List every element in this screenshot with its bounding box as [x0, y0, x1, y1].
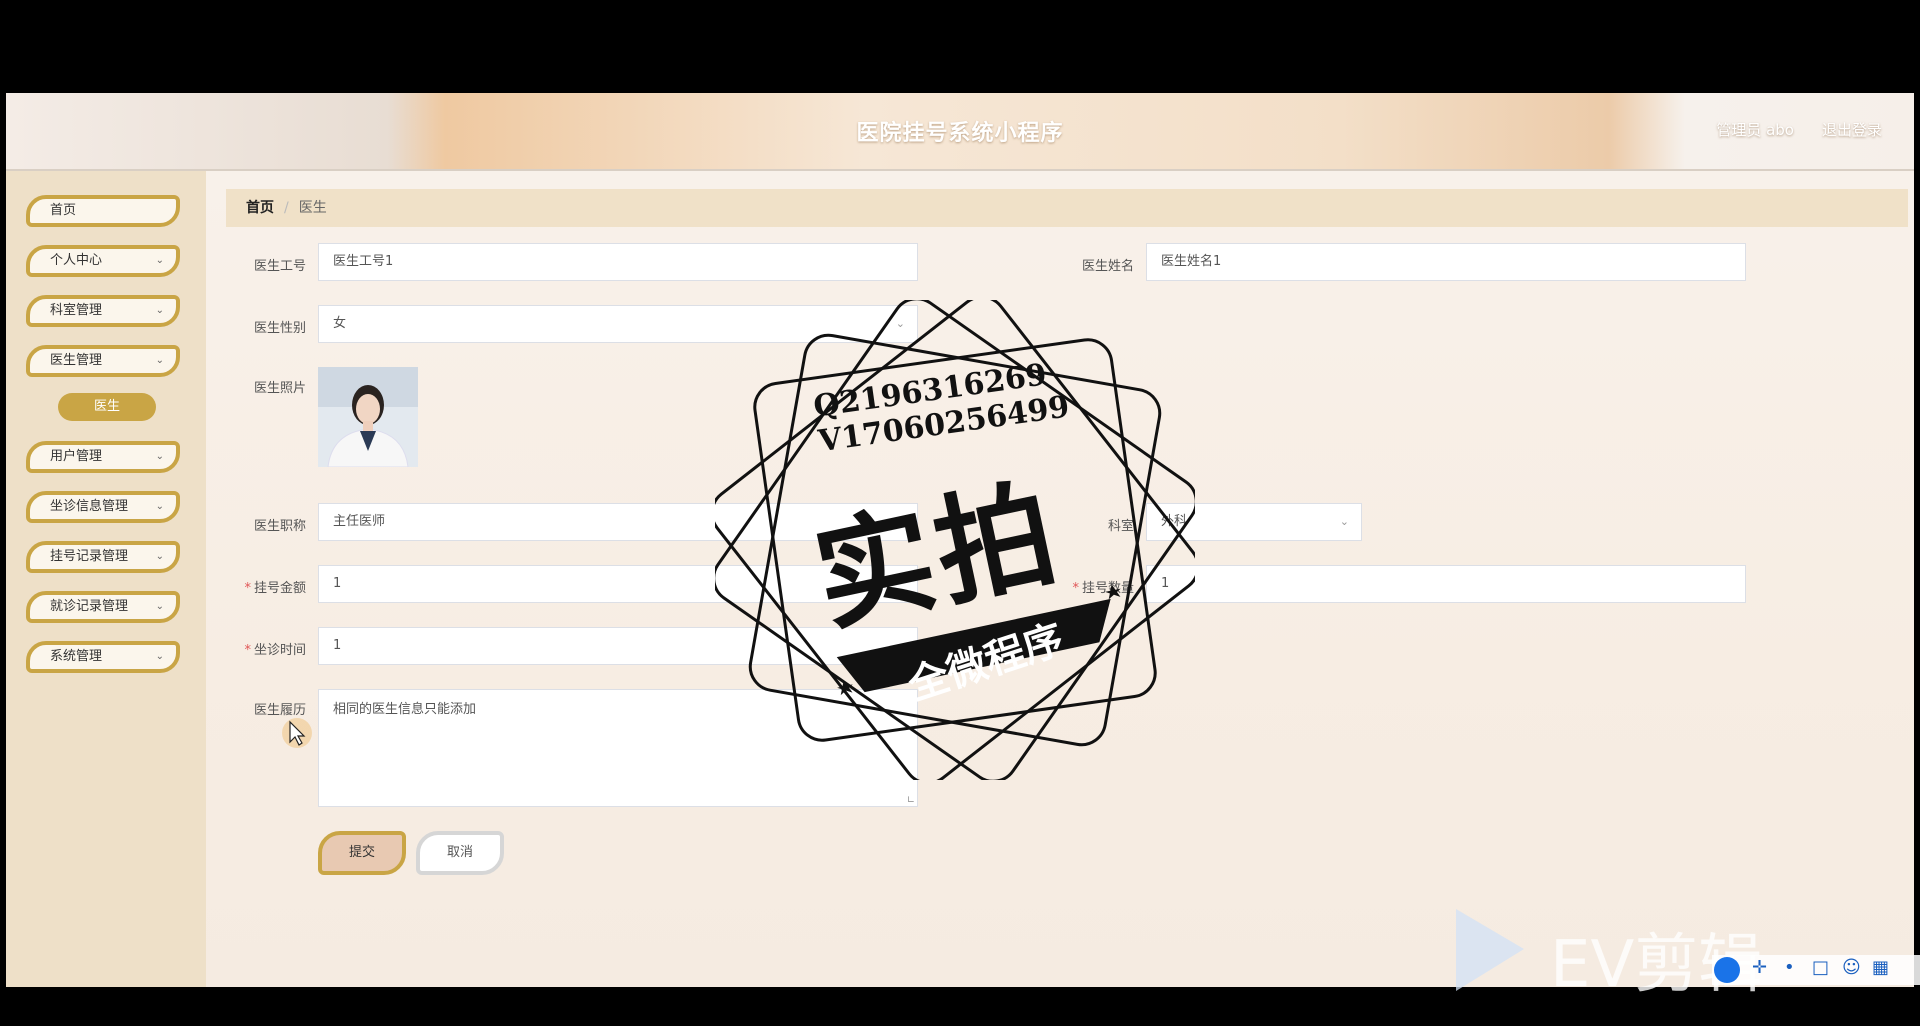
- required-mark: *: [244, 643, 251, 658]
- current-user: 管理员 abo: [1716, 121, 1794, 139]
- sidebar-item-label: 坐诊信息管理: [50, 499, 129, 514]
- doctor-name-label: 医生姓名: [1081, 259, 1134, 274]
- fee-label: * 挂号金额: [226, 577, 306, 596]
- sidebar-item-system-management[interactable]: 系统管理 ⌄: [26, 641, 180, 673]
- duty-time-label: * 坐诊时间: [226, 639, 306, 658]
- chevron-down-icon: ⌄: [1339, 515, 1349, 528]
- sidebar-item-label: 用户管理: [50, 449, 103, 464]
- user-icon[interactable]: ☺: [1842, 957, 1861, 978]
- sidebar-item-label: 个人中心: [50, 253, 103, 268]
- grid-icon[interactable]: ▦: [1872, 957, 1889, 978]
- sidebar-subitem-doctor[interactable]: 医生: [58, 393, 156, 421]
- chevron-down-icon: ⌄: [155, 551, 164, 562]
- chevron-down-icon: ⌄: [155, 305, 164, 316]
- photo-label: 医生照片: [253, 381, 306, 396]
- cancel-button[interactable]: 取消: [416, 831, 504, 875]
- chevron-down-icon: ⌄: [155, 651, 164, 662]
- resume-label: 医生履历: [253, 703, 306, 718]
- floating-toolbar: ✛ • □ ☺ ▦: [1712, 955, 1920, 985]
- chevron-down-icon: ⌄: [155, 501, 164, 512]
- required-mark: *: [244, 581, 251, 596]
- duty-time-label-text: 坐诊时间: [253, 643, 306, 658]
- breadcrumb-separator: /: [284, 200, 289, 216]
- chevron-down-icon: ⌄: [155, 255, 164, 266]
- gender-label: 医生性别: [253, 321, 306, 336]
- sidebar-item-duty-info-management[interactable]: 坐诊信息管理 ⌄: [26, 491, 180, 523]
- sidebar-item-doctor-management[interactable]: 医生管理 ⌄: [26, 345, 180, 377]
- quota-input[interactable]: 1: [1146, 565, 1746, 603]
- top-header: 医院挂号系统小程序 管理员 abo 退出登录: [6, 93, 1914, 171]
- resize-handle-icon[interactable]: ∟: [907, 795, 915, 806]
- breadcrumb-current: 医生: [298, 200, 327, 216]
- logout-link[interactable]: 退出登录: [1822, 119, 1882, 140]
- doctor-id-label: 医生工号: [253, 259, 306, 274]
- arrow-cursor-icon: [289, 720, 306, 746]
- sidebar-item-label: 系统管理: [50, 649, 103, 664]
- sidebar-item-personal-center[interactable]: 个人中心 ⌄: [26, 245, 180, 277]
- dot-icon[interactable]: •: [1784, 957, 1795, 978]
- watermark-stamp: Q2196316269 V17060256499 实拍 全微程序: [710, 295, 1200, 785]
- sidebar-item-visit-record-management[interactable]: 就诊记录管理 ⌄: [26, 591, 180, 623]
- chevron-down-icon: ⌄: [155, 601, 164, 612]
- gender-value: 女: [333, 316, 347, 331]
- sidebar-item-user-management[interactable]: 用户管理 ⌄: [26, 441, 180, 473]
- doctor-id-input[interactable]: 医生工号1: [318, 243, 918, 281]
- chevron-down-icon: ⌄: [155, 451, 164, 462]
- sidebar-item-label: 首页: [50, 203, 77, 218]
- title-label: 医生职称: [253, 519, 306, 534]
- sidebar-item-label: 医生管理: [50, 353, 103, 368]
- breadcrumb: 首页 / 医生: [226, 189, 1908, 227]
- app-title: 医院挂号系统小程序: [856, 121, 1064, 146]
- title-value: 主任医师: [333, 514, 386, 529]
- doctor-name-input[interactable]: 医生姓名1: [1146, 243, 1746, 281]
- resume-text: 相同的医生信息只能添加: [333, 702, 477, 717]
- sidebar-item-home[interactable]: 首页: [26, 195, 180, 227]
- mouse-cursor-icon: [282, 718, 312, 748]
- sidebar-item-registration-record-management[interactable]: 挂号记录管理 ⌄: [26, 541, 180, 573]
- breadcrumb-home[interactable]: 首页: [246, 200, 274, 216]
- sidebar-item-label: 科室管理: [50, 303, 103, 318]
- move-icon[interactable]: ✛: [1752, 957, 1767, 978]
- submit-button[interactable]: 提交: [318, 831, 406, 875]
- badge-icon[interactable]: [1714, 957, 1740, 983]
- sidebar-item-label: 就诊记录管理: [50, 599, 129, 614]
- sidebar: 首页 个人中心 ⌄ 科室管理 ⌄ 医生管理 ⌄ 医生 用户管理 ⌄ 坐诊信息管理…: [6, 171, 206, 987]
- play-logo-icon: [1456, 909, 1524, 991]
- fee-label-text: 挂号金额: [253, 581, 306, 596]
- doctor-portrait-image: [318, 367, 418, 467]
- screen-icon[interactable]: □: [1812, 957, 1829, 978]
- doctor-photo[interactable]: [318, 367, 418, 467]
- chevron-up-icon: ⌄: [155, 355, 164, 366]
- sidebar-item-department-management[interactable]: 科室管理 ⌄: [26, 295, 180, 327]
- sidebar-item-label: 挂号记录管理: [50, 549, 129, 564]
